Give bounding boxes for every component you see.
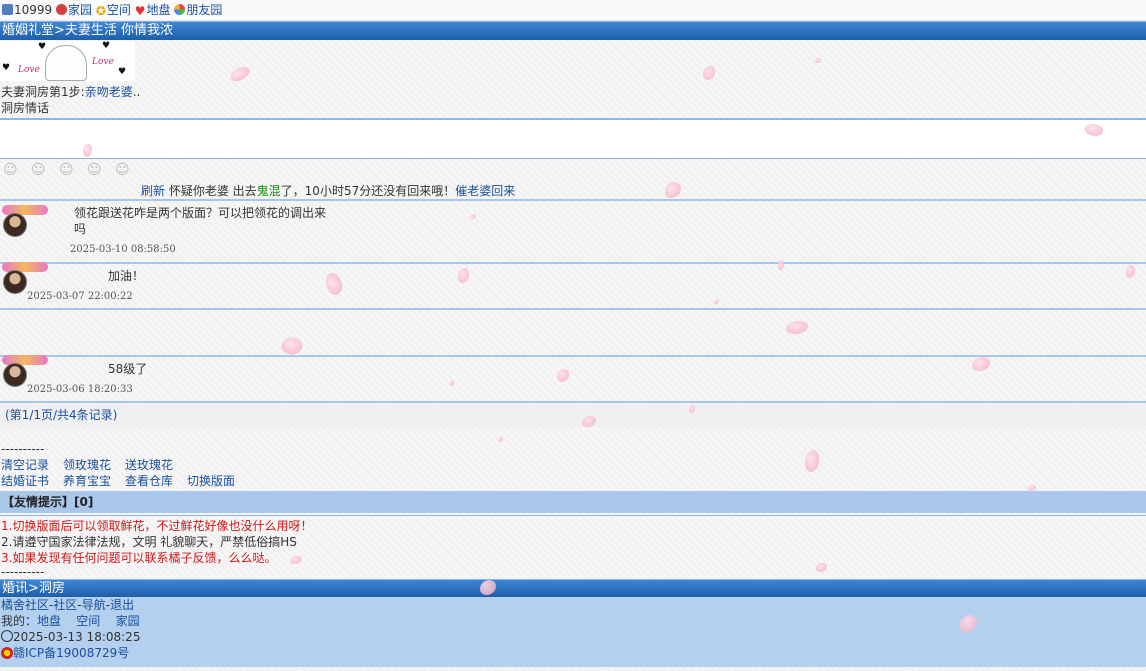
view-storage-link[interactable]: 查看仓库 [125, 474, 173, 488]
footer-breadcrumb: 婚讯>洞房 [0, 579, 1146, 597]
link-friends[interactable]: 朋友园 [186, 3, 222, 17]
love-text: Love [92, 57, 114, 67]
mine-label: 我的： [1, 614, 38, 628]
list-item: 58级了 2025-03-06 18:20:33 [0, 355, 1146, 401]
section-label: 洞房情话 [1, 101, 50, 115]
list-item: 加油！ 2025-03-07 22:00:22 [0, 262, 1146, 308]
link-home[interactable]: 家园 [68, 3, 92, 17]
clock-icon [1, 630, 13, 642]
link-my-home[interactable]: 家园 [116, 614, 140, 628]
tip-item: 3.如果发现有任何问题可以联系橘子反馈，么么哒。 [1, 551, 277, 565]
coin-icon [2, 4, 13, 15]
post-time: 2025-03-10 08:58:50 [70, 244, 176, 255]
petal-icon [815, 58, 821, 63]
link-territory[interactable]: 地盘 [147, 3, 171, 17]
love-text: Love [18, 65, 40, 75]
list-item [0, 308, 1146, 355]
link-my-territory[interactable]: 地盘 [37, 614, 61, 628]
post-time: 2025-03-06 18:20:33 [27, 384, 133, 395]
avatar[interactable] [2, 355, 48, 387]
footer-icp: 赣ICP备19008729号 [1, 645, 1146, 661]
smiley-icon[interactable]: ☺ [115, 163, 130, 177]
link-community-home[interactable]: 橘舍社区 [1, 598, 49, 612]
page-title: 婚姻礼堂>夫妻生活 你情我浓 [0, 21, 1146, 40]
divider-text: ---------- [1, 442, 45, 456]
home-icon [56, 4, 68, 15]
kiss-wife-link[interactable]: 亲吻老婆 [85, 85, 133, 99]
smiley-icon[interactable]: ☺ [31, 163, 46, 177]
status-highlight: 鬼混 [256, 184, 281, 198]
tip-item: 1.切换版面后可以领取鲜花，不过鲜花好像也没什么用呀！ [1, 519, 313, 533]
action-menu: 清空记录 领玫瑰花 送玫瑰花 [0, 457, 1146, 473]
heart-icon: ♥ [38, 42, 47, 52]
action-menu-2: 结婚证书 养育宝宝 查看仓库 切换版面 [0, 473, 1146, 489]
raise-baby-link[interactable]: 养育宝宝 [63, 474, 111, 488]
tips-header: 【友情提示】[0] [0, 491, 1146, 513]
link-navigation[interactable]: 导航 [82, 598, 106, 612]
marriage-certificate-link[interactable]: 结婚证书 [1, 474, 49, 488]
link-logout[interactable]: 退出 [110, 598, 134, 612]
link-my-space[interactable]: 空间 [76, 614, 100, 628]
petal-icon [703, 66, 715, 80]
post-message: 领花跟送花咋是两个版面？可以把领花的调出来吗 [74, 206, 327, 236]
heart-icon: ♥ [102, 41, 111, 51]
avatar[interactable] [2, 262, 48, 294]
divider-text: ---------- [1, 565, 45, 579]
smiley-bar: ☺ ☺ ☺ ☺ ☺ [0, 159, 1146, 183]
top-nav: 10999 家园 ✪空间 ♥地盘 朋友园 [0, 0, 1146, 21]
current-datetime: 2025-03-13 18:08:25 [13, 630, 141, 644]
friends-icon [174, 4, 186, 15]
status-row: 刷新 怀疑你老婆 出去鬼混了，10小时57分还没有回来哦！催老婆回来 [0, 183, 1146, 199]
send-roses-link[interactable]: 送玫瑰花 [125, 458, 173, 472]
smiley-icon[interactable]: ☺ [3, 163, 18, 177]
heart-icon: ♥ [134, 4, 146, 18]
heart-icon: ♥ [2, 63, 11, 73]
petal-icon [228, 64, 252, 84]
star-icon: ✪ [95, 4, 106, 18]
clear-records-link[interactable]: 清空记录 [1, 458, 49, 472]
switch-layout-link[interactable]: 切换版面 [187, 474, 235, 488]
couple-banner-image: ♥ ♥ ♥ ♥ Love Love [0, 41, 135, 81]
coin-count: 10999 [14, 3, 53, 17]
smiley-icon[interactable]: ☺ [87, 163, 102, 177]
post-message: 加油！ [108, 269, 145, 283]
pagination-info: (第1/1页/共4条记录) [0, 401, 1146, 427]
icp-link[interactable]: 赣ICP备19008729号 [13, 646, 129, 660]
smiley-icon[interactable]: ☺ [59, 163, 74, 177]
footer: 橘舍社区-社区-导航-退出 我的：地盘 空间 家园 2025-03-13 18:… [0, 597, 1146, 667]
avatar[interactable] [2, 205, 48, 237]
get-roses-link[interactable]: 领玫瑰花 [63, 458, 111, 472]
footer-nav: 橘舍社区-社区-导航-退出 [1, 598, 135, 612]
call-wife-link[interactable]: 催老婆回来 [455, 184, 515, 198]
link-space[interactable]: 空间 [107, 3, 131, 17]
status-text: 怀疑你老婆 出去 [165, 184, 257, 198]
list-item: 领花跟送花咋是两个版面？可以把领花的调出来吗 2025-03-10 08:58:… [0, 199, 1146, 262]
couple-figure [45, 45, 87, 81]
step-suffix: .. [132, 85, 141, 99]
footer-datetime: 2025-03-13 18:08:25 [1, 629, 1146, 645]
heart-icon: ♥ [118, 67, 127, 77]
post-message: 58级了 [108, 362, 148, 376]
status-text-2: 了，10小时57分还没有回来哦！ [280, 184, 456, 198]
step-prefix: 夫妻洞房第1步: [1, 85, 85, 99]
tip-item: 2.请遵守国家法律法规，文明 礼貌聊天，严禁低俗搞HS [1, 535, 297, 549]
police-emblem-icon [1, 647, 13, 659]
step-line: 夫妻洞房第1步:亲吻老婆.. [0, 84, 1146, 100]
footer-mine: 我的：地盘 空间 家园 [1, 613, 1146, 629]
refresh-link[interactable]: 刷新 [141, 184, 165, 198]
post-time: 2025-03-07 22:00:22 [27, 291, 133, 302]
link-community[interactable]: 社区 [53, 598, 77, 612]
chat-input-area[interactable] [0, 118, 1146, 159]
